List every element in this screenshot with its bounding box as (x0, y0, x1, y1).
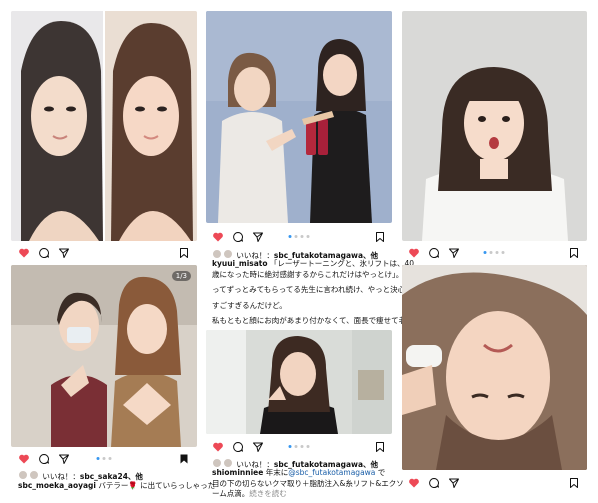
post-6-photo[interactable] (402, 265, 587, 470)
caption-line: 目の下の切らないクマ取り＋脂肪注入&糸リフト&エクソ (212, 478, 404, 488)
share-icon[interactable] (448, 477, 460, 489)
carousel-dot (501, 251, 505, 254)
caption-username[interactable]: sbc_moeka_aoyagi (18, 481, 96, 490)
avatar (223, 249, 233, 259)
post-4-action-bar (18, 453, 190, 467)
caption-line: kyuui_misato 「レーザートーニングと、氷リフトは、40 (212, 259, 414, 270)
avatar (223, 458, 233, 468)
post-4-caption: sbc_moeka_aoyagi バテラー🌹 に出ていらっしゃった (18, 481, 215, 492)
share-icon[interactable] (58, 247, 70, 259)
carousel-dot (306, 235, 310, 238)
share-icon[interactable] (448, 247, 460, 259)
post-4-photo[interactable]: 1/3 (11, 265, 197, 447)
carousel-indicator (483, 251, 505, 254)
post-6-action-bar (408, 477, 580, 491)
caption-text: バテラー🌹 に出ていらっしゃった (98, 481, 216, 490)
post-2-photo[interactable] (206, 11, 392, 223)
heart-icon[interactable] (408, 247, 420, 259)
likes-user[interactable]: sbc_saka24、他 (80, 472, 143, 481)
carousel-dot (96, 457, 100, 460)
carousel-dot (294, 235, 298, 238)
carousel-dot (108, 457, 112, 460)
read-more-link[interactable]: 続きを読む (249, 489, 287, 498)
carousel-dot (288, 445, 292, 448)
comment-icon[interactable] (232, 231, 244, 243)
post-1-action-bar (18, 247, 190, 261)
comment-icon[interactable] (428, 477, 440, 489)
caption-line: ってずっとみてもらってる先生に言われ続け、やっと決心。 (212, 285, 413, 294)
post-4-likes: いいね！：sbc_saka24、他 (18, 470, 143, 481)
heart-icon[interactable] (18, 453, 30, 465)
carousel-dot (489, 251, 493, 254)
carousel-dot (300, 445, 304, 448)
avatar (212, 249, 222, 259)
heart-icon[interactable] (212, 441, 224, 453)
carousel-dot (102, 457, 106, 460)
bookmark-icon[interactable] (374, 231, 386, 243)
comment-icon[interactable] (428, 247, 440, 259)
caption-text: 年末に (265, 468, 289, 477)
post-3-photo[interactable] (402, 11, 587, 241)
caption-mention-link[interactable]: @sbc_futakotamagawa (288, 468, 375, 477)
caption-username[interactable]: kyuui_misato (212, 259, 268, 268)
post-5-action-bar (212, 441, 386, 455)
post-2-caption: kyuui_misato 「レーザートーニングと、氷リフトは、40 歳になった時… (212, 259, 414, 327)
bookmark-icon[interactable] (178, 453, 190, 465)
comment-icon[interactable] (232, 441, 244, 453)
carousel-dot (483, 251, 487, 254)
caption-line: shiominniee 年末に@sbc_futakotamagawa で (212, 468, 392, 479)
carousel-dot (294, 445, 298, 448)
caption-text: 「レーザートーニングと、氷リフトは、40 (269, 259, 415, 268)
post-2-action-bar (212, 231, 386, 245)
bookmark-icon[interactable] (178, 247, 190, 259)
caption-text: ーム点滴。 (212, 489, 250, 498)
carousel-indicator (96, 457, 112, 460)
caption-username[interactable]: shiominniee (212, 468, 263, 477)
avatar (18, 470, 28, 480)
carousel-indicator (288, 445, 310, 448)
caption-line: 私もともと顔にお肉があまり付かなくて、面長で痩せて老け (212, 316, 414, 325)
carousel-dot (300, 235, 304, 238)
heart-icon[interactable] (18, 247, 30, 259)
post-5-caption: shiominniee 年末に@sbc_futakotamagawa で 目の下… (212, 468, 404, 500)
avatar (29, 470, 39, 480)
carousel-counter-badge: 1/3 (171, 271, 191, 281)
post-1-photo[interactable] (11, 11, 197, 241)
bookmark-icon[interactable] (568, 477, 580, 489)
share-icon[interactable] (252, 441, 264, 453)
caption-text: で (377, 468, 386, 477)
caption-line: ーム点滴。続きを読む (212, 489, 392, 500)
carousel-dot (288, 235, 292, 238)
caption-line: すごすぎるんだけど。 (212, 300, 287, 310)
heart-icon[interactable] (408, 477, 420, 489)
bookmark-icon[interactable] (374, 441, 386, 453)
avatar (212, 458, 222, 468)
caption-line: 歳になった時に絶対感謝するからこれだけはやっとけ」。 (212, 269, 404, 279)
likes-label: いいね！： (42, 472, 80, 481)
comment-icon[interactable] (38, 453, 50, 465)
post-3-action-bar (408, 247, 580, 261)
comment-icon[interactable] (38, 247, 50, 259)
post-5-photo[interactable] (206, 330, 392, 434)
bookmark-icon[interactable] (568, 247, 580, 259)
carousel-indicator (288, 235, 310, 238)
carousel-dot (495, 251, 499, 254)
heart-icon[interactable] (212, 231, 224, 243)
share-icon[interactable] (58, 453, 70, 465)
carousel-dot (306, 445, 310, 448)
share-icon[interactable] (252, 231, 264, 243)
